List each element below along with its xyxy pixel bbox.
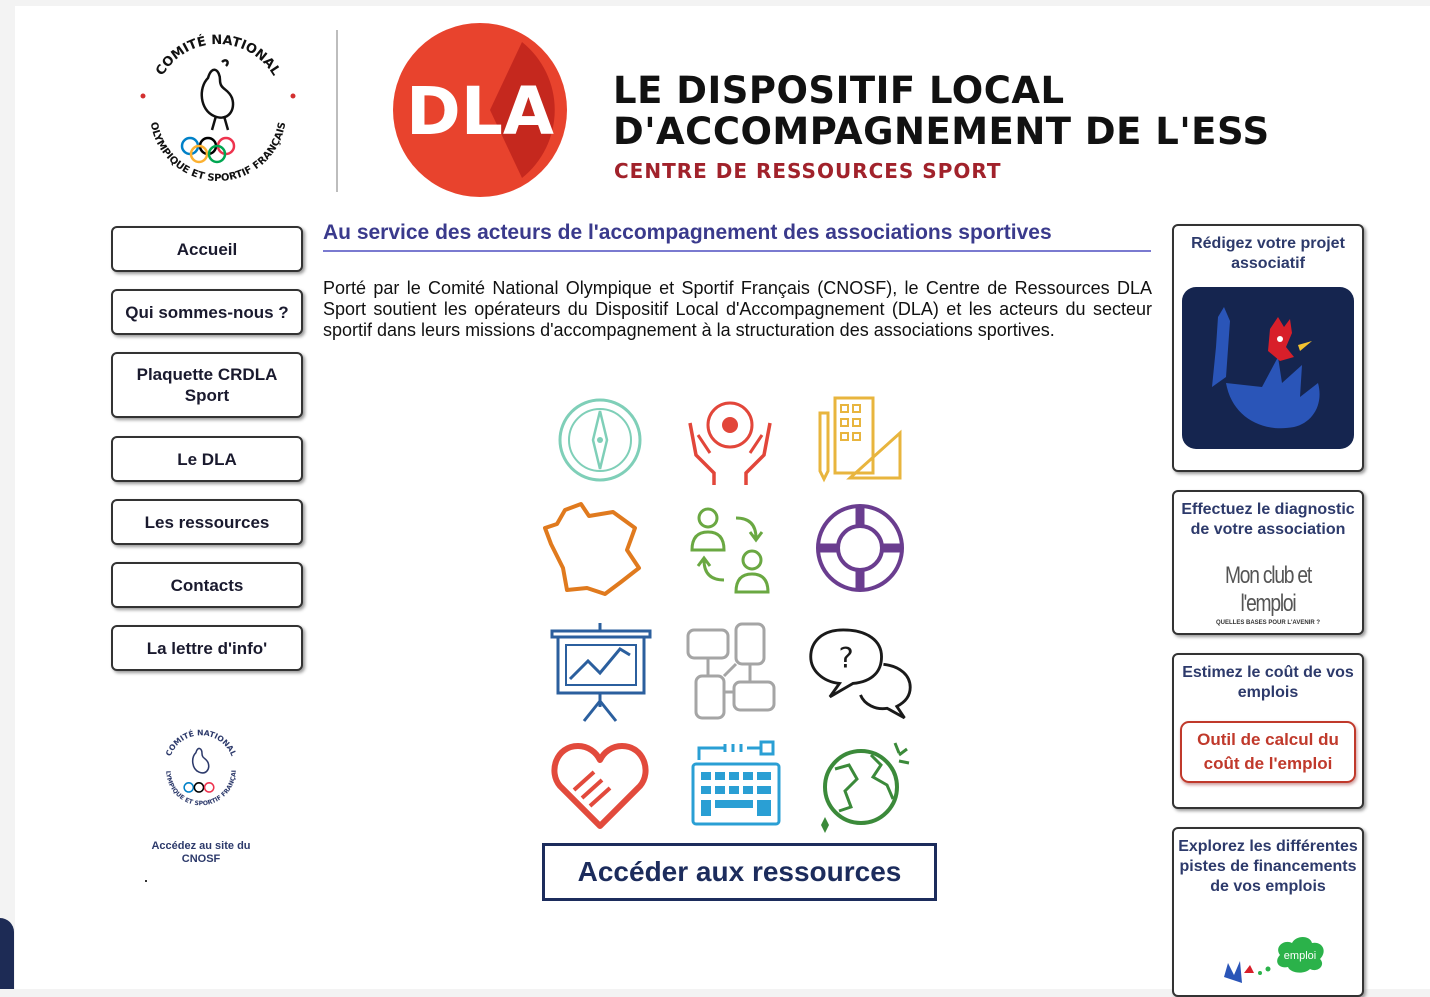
- presentation-chart-icon: [545, 622, 655, 722]
- compass-icon: [545, 390, 655, 490]
- svg-text:OLYMPIQUE ET SPORTIF FRANÇAIS: OLYMPIQUE ET SPORTIF FRANÇAIS: [148, 121, 289, 184]
- main-heading: Au service des acteurs de l'accompagneme…: [323, 221, 1151, 252]
- stray-dot: [145, 880, 147, 882]
- nav-item-le-dla[interactable]: Le DLA: [111, 436, 303, 482]
- card-cout-title: Estimez le coût de vos emplois: [1182, 664, 1354, 701]
- svg-text:?: ?: [839, 641, 854, 675]
- nav-item-plaquette[interactable]: Plaquette CRDLA Sport: [111, 352, 303, 418]
- cnosf-small-logo[interactable]: COMITÉ NATIONAL OLYMPIQUE ET SPORTIF FRA…: [155, 722, 247, 814]
- header-divider: [336, 30, 338, 192]
- nav-item-ressources[interactable]: Les ressources: [111, 499, 303, 545]
- svg-text:COMITÉ NATIONAL: COMITÉ NATIONAL: [164, 728, 238, 757]
- building-tools-icon: [805, 390, 915, 490]
- cnosf-logo[interactable]: COMITÉ NATIONAL OLYMPIQUE ET SPORTIF FRA…: [128, 18, 308, 198]
- globe-icon: [810, 735, 920, 835]
- mon-club-emploi-title: Mon club et l'emploi: [1224, 562, 1312, 617]
- people-exchange-icon: [675, 498, 785, 598]
- cnosf-site-link[interactable]: Accédez au site du CNOSF: [145, 840, 257, 866]
- hands-ball-icon: [675, 390, 785, 490]
- emploi-badge-text: emploi: [1284, 950, 1316, 962]
- page-title-line2: D'ACCOMPAGNEMENT DE L'ESS: [613, 110, 1270, 153]
- card-projet-associatif[interactable]: Rédigez votre projet associatif: [1172, 224, 1364, 472]
- card-diagnostic-title: Effectuez le diagnostic de votre associa…: [1181, 501, 1355, 538]
- france-map-icon: [540, 498, 650, 598]
- lifebuoy-icon: [805, 498, 915, 598]
- speech-bubbles-icon: ?: [805, 622, 915, 722]
- teamwork-hands-icon: [675, 622, 785, 722]
- access-resources-button[interactable]: Accéder aux ressources: [542, 843, 937, 901]
- card-cout-emploi: Estimez le coût de vos emplois Outil de …: [1172, 653, 1364, 809]
- rooster-illustration: [1182, 287, 1354, 449]
- emploi-illustration: emploi: [1224, 937, 1324, 983]
- dla-logo[interactable]: DLA: [392, 22, 568, 198]
- page-title-line1: LE DISPOSITIF LOCAL: [613, 69, 1065, 112]
- card-financements-title: Explorez les différentes pistes de finan…: [1178, 838, 1358, 895]
- nav-item-contacts[interactable]: Contacts: [111, 562, 303, 608]
- card-diagnostic[interactable]: Effectuez le diagnostic de votre associa…: [1172, 490, 1364, 635]
- nav-item-lettre-info[interactable]: La lettre d'info': [111, 625, 303, 671]
- window-corner: [0, 918, 14, 989]
- page-subtitle: CENTRE DE RESSOURCES SPORT: [614, 159, 1002, 183]
- heart-handshake-icon: [545, 735, 655, 835]
- page-title: LE DISPOSITIF LOCAL D'ACCOMPAGNEMENT DE …: [613, 70, 1270, 152]
- card-financements[interactable]: Explorez les différentes pistes de finan…: [1172, 827, 1364, 997]
- card-projet-title: Rédigez votre projet associatif: [1191, 235, 1345, 272]
- cost-calculator-button[interactable]: Outil de calcul du coût de l'emploi: [1180, 721, 1356, 783]
- mon-club-emploi-logo: Mon club et l'emploi QUELLES BASES POUR …: [1183, 562, 1353, 626]
- dla-logo-text: DLA: [406, 73, 554, 150]
- keyboard-cable-icon: [680, 735, 790, 835]
- resources-icon-grid: ?: [535, 390, 935, 840]
- mon-club-emploi-subtitle: QUELLES BASES POUR L'AVENIR ?: [1216, 620, 1320, 626]
- nav-item-qui-sommes-nous[interactable]: Qui sommes-nous ?: [111, 289, 303, 335]
- main-intro: Porté par le Comité National Olympique e…: [323, 278, 1152, 340]
- nav-item-accueil[interactable]: Accueil: [111, 226, 303, 272]
